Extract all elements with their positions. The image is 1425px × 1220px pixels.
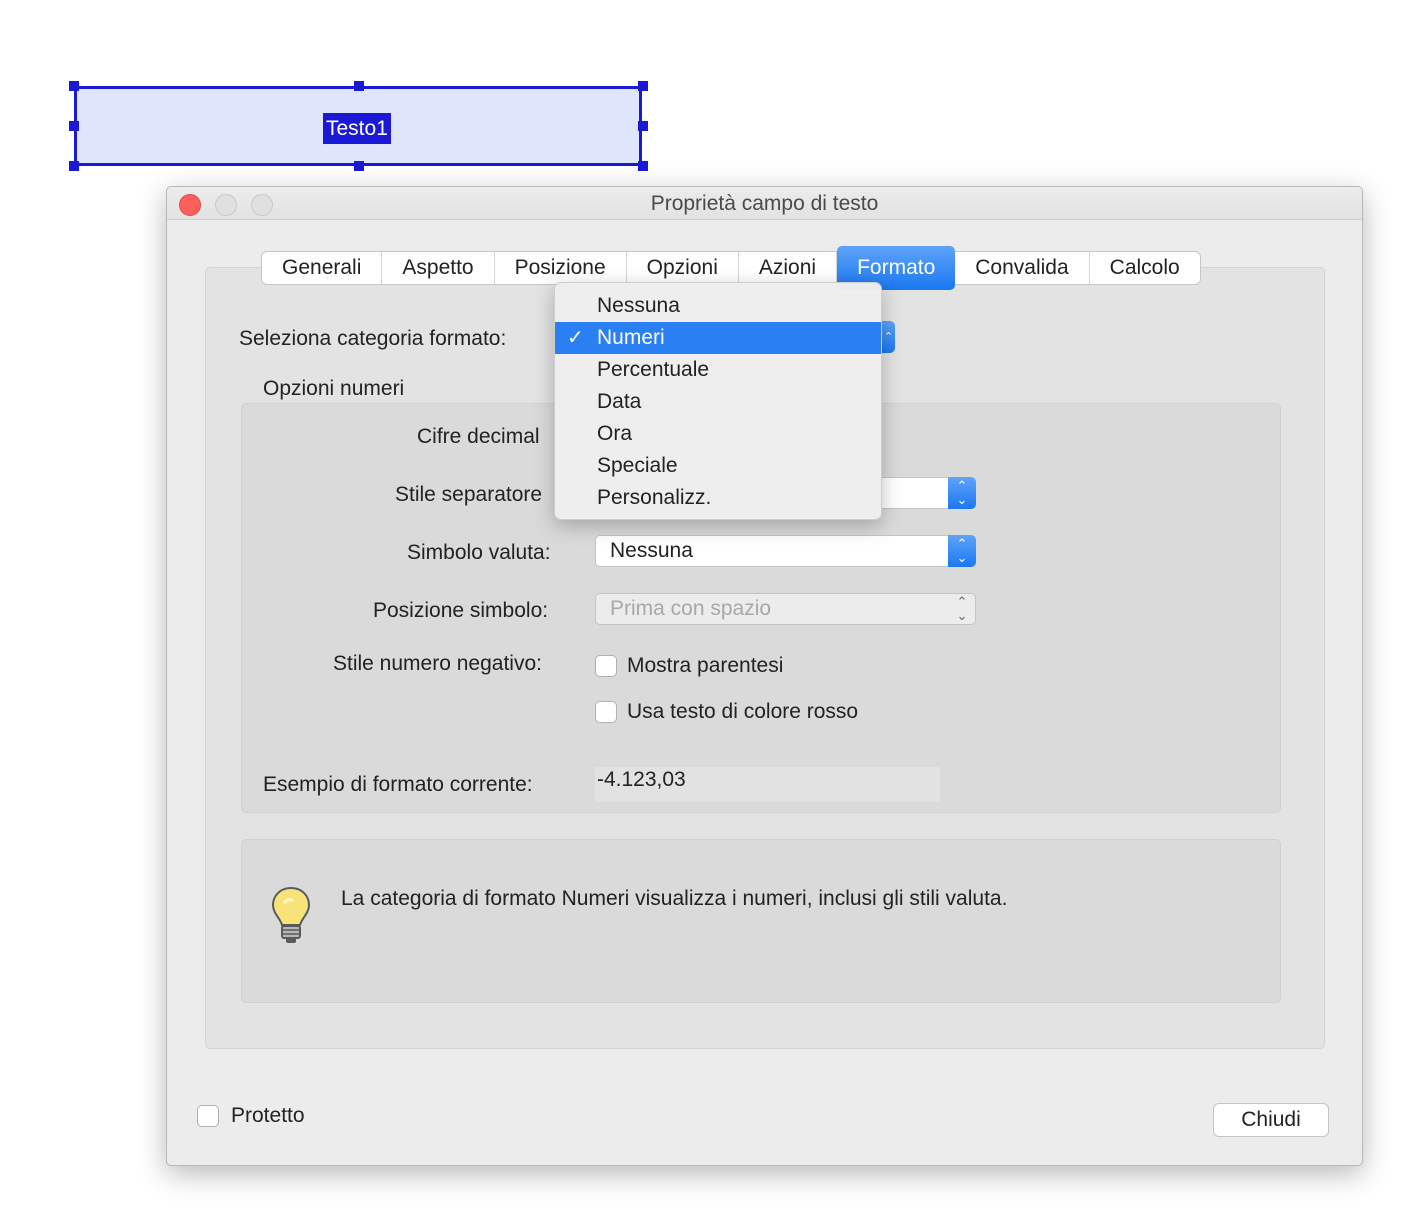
- decimal-places-label: Cifre decimal: [417, 425, 540, 448]
- info-text: La categoria di formato Numeri visualizz…: [341, 887, 1008, 910]
- menu-item-ora[interactable]: Ora: [555, 418, 881, 450]
- negative-number-style-label: Stile numero negativo:: [333, 652, 542, 675]
- menu-item-percentuale[interactable]: Percentuale: [555, 354, 881, 386]
- protected-label: Protetto: [231, 1104, 305, 1127]
- currency-symbol-select[interactable]: Nessuna ⌃ ⌄: [595, 535, 976, 567]
- symbol-position-label: Posizione simbolo:: [373, 599, 549, 622]
- title-bar: Proprietà campo di testo: [167, 187, 1362, 220]
- currency-symbol-stepper-icon: ⌃ ⌄: [948, 535, 976, 567]
- format-sample-label: Esempio di formato corrente:: [263, 773, 533, 796]
- number-options-title: Opzioni numeri: [263, 377, 405, 400]
- tab-azioni[interactable]: Azioni: [739, 252, 838, 284]
- symbol-position-select[interactable]: Prima con spazio ⌃ ⌄: [595, 593, 976, 625]
- red-text-checkbox[interactable]: [595, 701, 617, 723]
- format-sample-value: -4.123,03: [595, 767, 940, 802]
- tab-convalida[interactable]: Convalida: [955, 252, 1090, 284]
- tab-posizione[interactable]: Posizione: [495, 252, 627, 284]
- lightbulb-icon: [271, 886, 311, 943]
- tab-bar: Generali Aspetto Posizione Opzioni Azion…: [261, 246, 1201, 290]
- close-button[interactable]: Chiudi: [1213, 1103, 1329, 1137]
- protected-checkbox[interactable]: [197, 1105, 219, 1127]
- symbol-position-stepper-icon: ⌃ ⌄: [956, 594, 968, 623]
- resize-handle-left[interactable]: [69, 121, 79, 131]
- tab-calcolo[interactable]: Calcolo: [1090, 252, 1200, 284]
- resize-handle-top-left[interactable]: [69, 81, 79, 91]
- resize-handle-bottom-left[interactable]: [69, 161, 79, 171]
- checkmark-icon: ✓: [567, 327, 584, 349]
- info-box: [241, 839, 1281, 1003]
- format-category-label: Seleziona categoria formato:: [239, 327, 507, 350]
- resize-handle-bottom-right[interactable]: [638, 161, 648, 171]
- resize-handle-bottom[interactable]: [354, 161, 364, 171]
- menu-item-speciale[interactable]: Speciale: [555, 450, 881, 482]
- symbol-position-value: Prima con spazio: [610, 597, 772, 620]
- currency-symbol-label: Simbolo valuta:: [407, 541, 551, 564]
- resize-handle-right[interactable]: [638, 121, 648, 131]
- menu-item-numeri[interactable]: ✓ Numeri: [555, 322, 881, 354]
- menu-item-numeri-label: Numeri: [597, 326, 665, 349]
- text-field-name: Testo1: [323, 113, 391, 144]
- separator-style-stepper-icon: ⌃ ⌄: [948, 477, 976, 509]
- text-field-testo1[interactable]: Testo1: [74, 86, 642, 166]
- menu-item-nessuna[interactable]: Nessuna: [555, 290, 881, 322]
- show-parentheses-label: Mostra parentesi: [627, 654, 784, 677]
- window-title: Proprietà campo di testo: [650, 192, 879, 215]
- menu-item-personalizz[interactable]: Personalizz.: [555, 482, 881, 514]
- tab-opzioni[interactable]: Opzioni: [627, 252, 739, 284]
- menu-item-data[interactable]: Data: [555, 386, 881, 418]
- resize-handle-top[interactable]: [354, 81, 364, 91]
- tab-aspetto[interactable]: Aspetto: [382, 252, 495, 284]
- format-category-stepper-icon[interactable]: ⌃: [882, 321, 895, 353]
- resize-handle-top-right[interactable]: [638, 81, 648, 91]
- tab-generali[interactable]: Generali: [262, 252, 383, 284]
- separator-style-label: Stile separatore: [395, 483, 543, 506]
- currency-symbol-value: Nessuna: [610, 539, 693, 562]
- show-parentheses-checkbox[interactable]: [595, 655, 617, 677]
- format-category-menu: Nessuna ✓ Numeri Percentuale Data Ora Sp…: [554, 282, 882, 520]
- red-text-label: Usa testo di colore rosso: [627, 700, 859, 723]
